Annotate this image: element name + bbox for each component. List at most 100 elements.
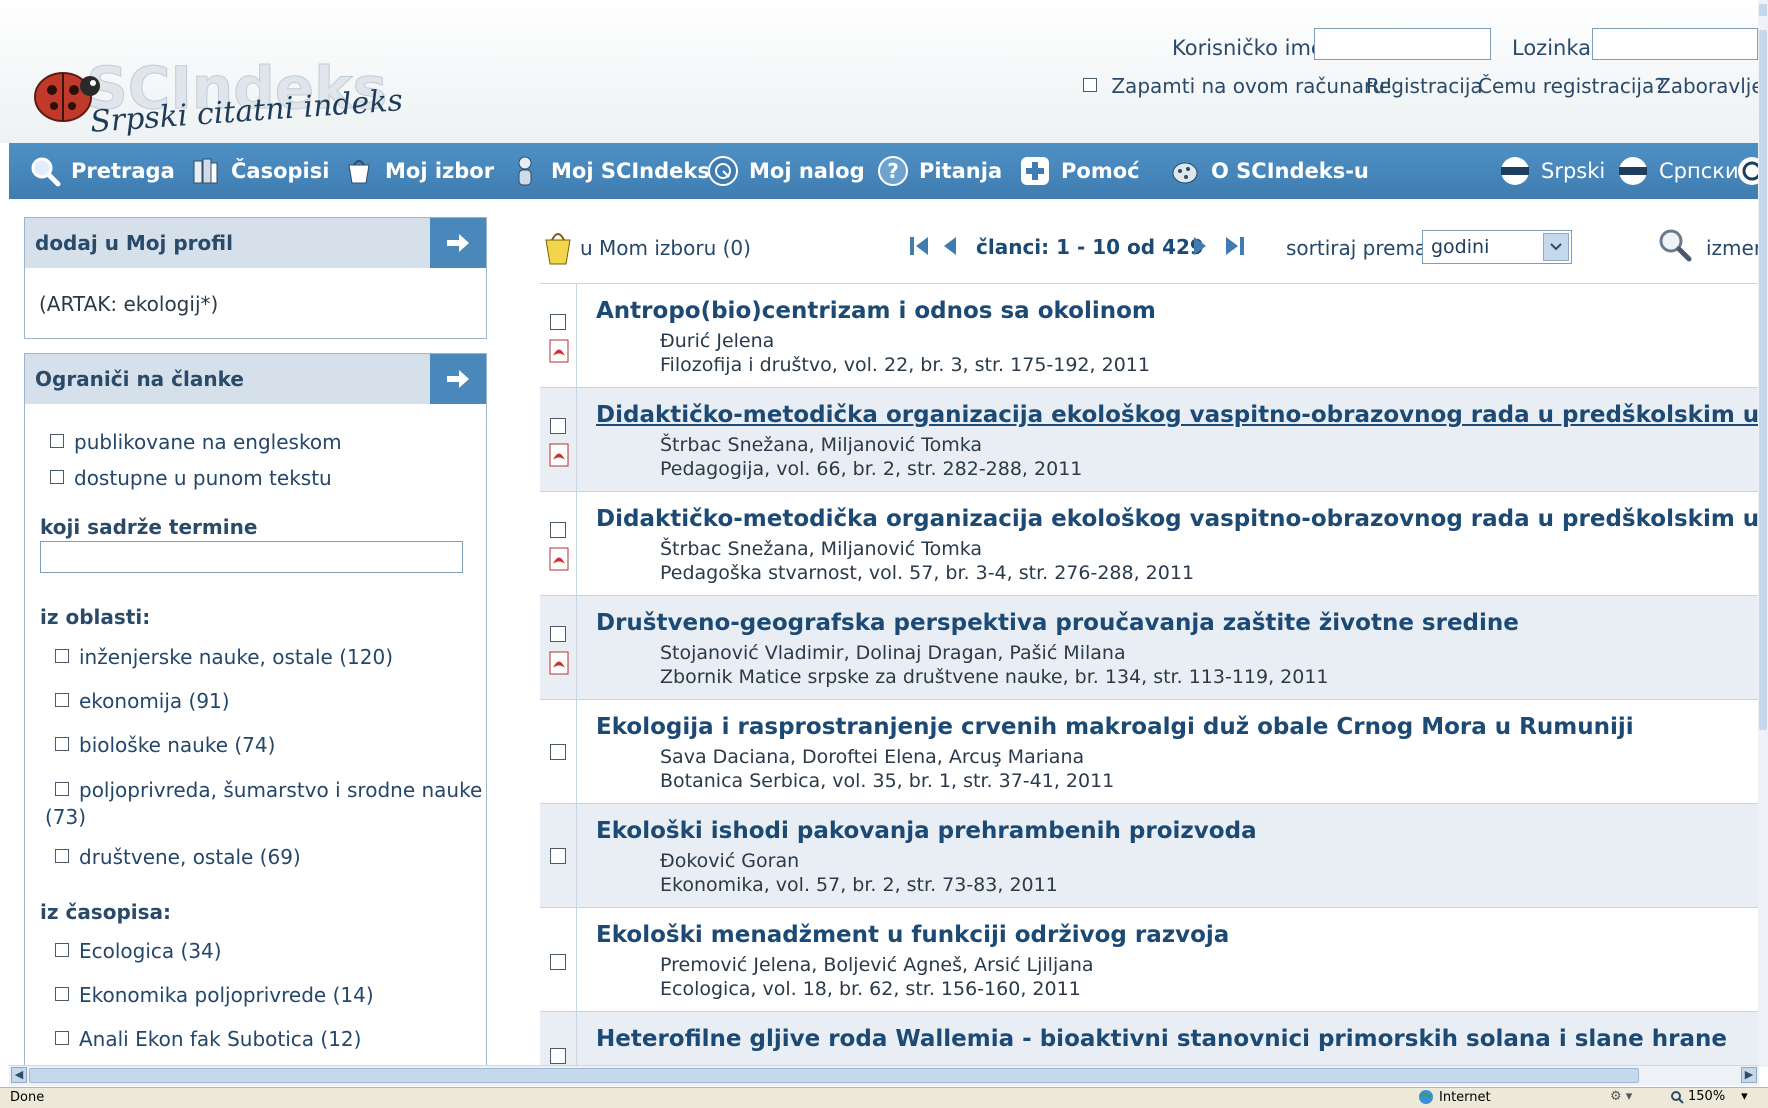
security-zone: Internet bbox=[1418, 1089, 1491, 1105]
nav-my-account[interactable]: Moj nalog bbox=[707, 143, 865, 199]
nav-lang-latin[interactable]: Srpski bbox=[1499, 143, 1605, 199]
scrollbar-thumb[interactable] bbox=[1759, 30, 1767, 730]
result-title-link[interactable]: Heterofilne gljive roda Wallemia - bioak… bbox=[596, 1026, 1727, 1052]
forgot-password-link[interactable]: Zaboravljer bbox=[1657, 74, 1758, 98]
checkbox[interactable] bbox=[55, 986, 69, 1001]
nav-search[interactable]: Pretraga bbox=[29, 143, 175, 199]
result-title-link[interactable]: Ekološki menadžment u funkciji održivog … bbox=[596, 922, 1229, 948]
register-link[interactable]: Registracija bbox=[1366, 74, 1483, 98]
addons-icon[interactable]: ⚙ ▾ bbox=[1610, 1089, 1632, 1104]
flag-icon bbox=[1501, 157, 1529, 185]
sort-select[interactable]: godini bbox=[1422, 230, 1572, 264]
nav-questions[interactable]: ? Pitanja bbox=[877, 143, 1002, 199]
result-title-link[interactable]: Didaktičko-metodička organizacija ekološ… bbox=[596, 506, 1759, 532]
journal-item[interactable]: Ecologica (34) bbox=[55, 939, 222, 963]
pdf-icon[interactable] bbox=[547, 547, 571, 571]
checkbox[interactable] bbox=[50, 433, 64, 448]
area-item[interactable]: poljoprivreda, šumarstvo i srodne nauke bbox=[55, 778, 482, 802]
add-to-profile-button[interactable] bbox=[430, 218, 486, 268]
nav-lang-cyrillic[interactable]: Српски bbox=[1617, 143, 1739, 199]
scroll-left-icon[interactable]: ◀ bbox=[11, 1067, 27, 1083]
chevron-down-icon[interactable] bbox=[1543, 233, 1569, 261]
checkbox[interactable] bbox=[55, 736, 69, 751]
nav-my-selection[interactable]: Moj izbor bbox=[343, 143, 494, 199]
checkbox[interactable] bbox=[55, 692, 69, 707]
select-checkbox[interactable] bbox=[550, 954, 566, 970]
checkbox[interactable] bbox=[55, 781, 69, 796]
scroll-up-icon[interactable] bbox=[1759, 4, 1767, 16]
pdf-icon[interactable] bbox=[547, 651, 571, 675]
nav-my-scindeks[interactable]: Moj SCIndeks bbox=[509, 143, 710, 199]
nav-about[interactable]: O SCIndeks-u bbox=[1169, 143, 1369, 199]
area-label: poljoprivreda, šumarstvo i srodne nauke bbox=[79, 778, 483, 802]
area-item[interactable]: biološke nauke (74) bbox=[55, 733, 275, 757]
nav-lang-cyrillic-label: Српски bbox=[1659, 159, 1739, 183]
select-checkbox[interactable] bbox=[550, 848, 566, 864]
result-title-link[interactable]: Antropo(bio)centrizam i odnos sa okolino… bbox=[596, 298, 1156, 324]
username-input[interactable] bbox=[1314, 28, 1491, 60]
vertical-scrollbar[interactable] bbox=[1758, 0, 1768, 1067]
area-item[interactable]: društvene, ostale (69) bbox=[55, 845, 301, 869]
journal-item[interactable]: Anali Ekon fak Subotica (12) bbox=[55, 1027, 361, 1051]
checkbox[interactable] bbox=[55, 1030, 69, 1045]
scindeks-logo[interactable]: SCIndeks Srpski citatni indeks bbox=[28, 50, 448, 145]
nav-journals[interactable]: Časopisi bbox=[189, 143, 329, 199]
select-checkbox[interactable] bbox=[550, 418, 566, 434]
remember-me-label: Zapamti na ovom računaru! bbox=[1111, 74, 1393, 98]
checkbox[interactable] bbox=[55, 648, 69, 663]
scrollbar-thumb[interactable] bbox=[29, 1068, 1639, 1083]
nav-help[interactable]: Pomoć bbox=[1019, 143, 1140, 199]
result-title-link[interactable]: Didaktičko-metodička organizacija ekološ… bbox=[596, 402, 1759, 428]
area-item[interactable]: ekonomija (91) bbox=[55, 689, 230, 713]
chevron-down-icon: ▾ bbox=[1741, 1089, 1748, 1104]
horizontal-scrollbar[interactable]: ◀ ▶ bbox=[9, 1065, 1759, 1086]
filter-fulltext[interactable]: dostupne u punom tekstu bbox=[50, 466, 332, 490]
next-page-icon[interactable] bbox=[1192, 234, 1208, 258]
pdf-icon[interactable] bbox=[547, 443, 571, 467]
area-label: biološke nauke (74) bbox=[79, 733, 276, 757]
globe-icon bbox=[1419, 1090, 1433, 1104]
select-checkbox[interactable] bbox=[550, 1048, 566, 1064]
flag-icon bbox=[1619, 157, 1647, 185]
result-title-link[interactable]: Ekologija i rasprostranjenje crvenih mak… bbox=[596, 714, 1634, 740]
selection-basket-icon[interactable] bbox=[542, 226, 574, 266]
last-page-icon[interactable] bbox=[1224, 234, 1246, 258]
remember-me-checkbox[interactable] bbox=[1083, 77, 1097, 92]
zoom-control[interactable]: 150% ▾ bbox=[1670, 1089, 1748, 1104]
remember-me[interactable]: Zapamti na ovom računaru! bbox=[1083, 74, 1393, 98]
select-checkbox[interactable] bbox=[550, 314, 566, 330]
filter-english[interactable]: publikovane na engleskom bbox=[50, 430, 342, 454]
checkbox[interactable] bbox=[50, 469, 64, 484]
scroll-right-icon[interactable]: ▶ bbox=[1741, 1067, 1757, 1083]
help-cross-icon bbox=[1021, 157, 1049, 185]
result-title-link[interactable]: Društveno-geografska perspektiva proučav… bbox=[596, 610, 1519, 636]
terms-input[interactable] bbox=[40, 541, 463, 573]
first-page-icon[interactable] bbox=[908, 234, 930, 258]
why-register-link[interactable]: Čemu registracija? bbox=[1478, 74, 1665, 98]
journal-item[interactable]: Ekonomika poljoprivrede (14) bbox=[55, 983, 374, 1007]
password-label: Lozinka: bbox=[1512, 36, 1599, 60]
nav-my-account-label: Moj nalog bbox=[749, 159, 865, 183]
add-to-profile-panel: dodaj u Moj profil (ARTAK: ekologij*) bbox=[24, 217, 487, 339]
checkbox[interactable] bbox=[55, 848, 69, 863]
area-item[interactable]: inženjerske nauke, ostale (120) bbox=[55, 645, 393, 669]
change-search-link[interactable]: izmer bbox=[1706, 236, 1760, 260]
arrow-right-icon bbox=[447, 234, 469, 252]
my-selection-count[interactable]: u Mom izboru (0) bbox=[580, 236, 751, 260]
previous-page-icon[interactable] bbox=[942, 234, 958, 258]
apply-limit-button[interactable] bbox=[430, 354, 486, 404]
checkbox[interactable] bbox=[55, 942, 69, 957]
password-input[interactable] bbox=[1592, 28, 1758, 60]
search-icon[interactable] bbox=[1658, 228, 1692, 262]
area-label: inženjerske nauke, ostale (120) bbox=[79, 645, 393, 669]
select-checkbox[interactable] bbox=[550, 744, 566, 760]
select-checkbox[interactable] bbox=[550, 522, 566, 538]
add-to-profile-title: dodaj u Moj profil bbox=[25, 218, 430, 268]
result-title-link[interactable]: Ekološki ishodi pakovanja prehrambenih p… bbox=[596, 818, 1257, 844]
nav-my-scindeks-label: Moj SCIndeks bbox=[551, 159, 710, 183]
pdf-icon[interactable] bbox=[547, 339, 571, 363]
nav-journals-label: Časopisi bbox=[231, 159, 330, 183]
divider bbox=[576, 596, 577, 699]
select-checkbox[interactable] bbox=[550, 626, 566, 642]
result-authors: Premović Jelena, Boljević Agneš, Arsić L… bbox=[660, 954, 1094, 976]
